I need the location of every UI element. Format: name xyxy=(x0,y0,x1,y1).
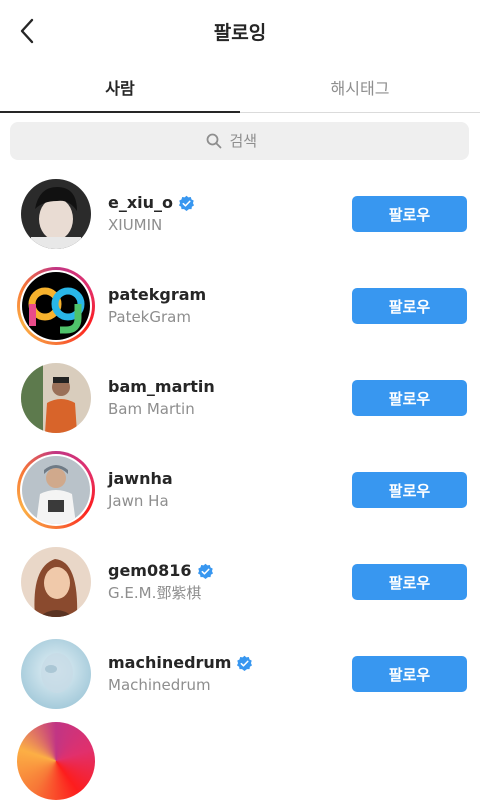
list-item[interactable]: e_xiu_o XIUMIN 팔로우 xyxy=(0,168,480,260)
avatar[interactable] xyxy=(17,722,95,800)
verified-badge-icon xyxy=(179,195,195,211)
follow-button[interactable]: 팔로우 xyxy=(352,656,467,692)
search-bar[interactable] xyxy=(10,122,469,160)
username[interactable]: jawnha xyxy=(108,468,173,490)
username[interactable]: patekgram xyxy=(108,284,206,306)
avatar[interactable] xyxy=(17,175,95,253)
list-item[interactable]: patekgram PatekGram 팔로우 xyxy=(0,260,480,352)
full-name: Jawn Ha xyxy=(108,492,169,510)
header: 팔로잉 xyxy=(0,0,480,62)
avatar[interactable] xyxy=(17,359,95,437)
follow-button[interactable]: 팔로우 xyxy=(352,288,467,324)
list-item[interactable]: machinedrum Machinedrum 팔로우 xyxy=(0,628,480,720)
back-button[interactable] xyxy=(14,14,40,48)
avatar[interactable] xyxy=(17,451,95,529)
tab-people[interactable]: 사람 xyxy=(0,62,240,113)
username[interactable]: gem0816 xyxy=(108,560,192,582)
username[interactable]: bam_martin xyxy=(108,376,215,398)
follow-button[interactable]: 팔로우 xyxy=(352,196,467,232)
full-name: Bam Martin xyxy=(108,400,195,418)
username[interactable]: machinedrum xyxy=(108,652,231,674)
search-icon xyxy=(206,133,221,149)
chevron-left-icon xyxy=(20,18,34,44)
full-name: XIUMIN xyxy=(108,216,163,234)
tab-bar: 사람 해시태그 xyxy=(0,62,480,113)
avatar[interactable] xyxy=(17,543,95,621)
full-name: G.E.M.鄧紫棋 xyxy=(108,584,202,602)
list-item[interactable]: jawnha Jawn Ha 팔로우 xyxy=(0,444,480,536)
full-name: PatekGram xyxy=(108,308,191,326)
search-input[interactable] xyxy=(227,131,274,151)
full-name: Machinedrum xyxy=(108,676,211,694)
follow-button[interactable]: 팔로우 xyxy=(352,472,467,508)
avatar[interactable] xyxy=(17,267,95,345)
page-title: 팔로잉 xyxy=(213,21,267,44)
following-list: e_xiu_o XIUMIN 팔로우 patekgram PatekGram 팔… xyxy=(0,168,480,720)
avatar[interactable] xyxy=(17,635,95,713)
follow-button[interactable]: 팔로우 xyxy=(352,564,467,600)
list-item[interactable]: bam_martin Bam Martin 팔로우 xyxy=(0,352,480,444)
list-item[interactable]: gem0816 G.E.M.鄧紫棋 팔로우 xyxy=(0,536,480,628)
username[interactable]: e_xiu_o xyxy=(108,192,173,214)
verified-badge-icon xyxy=(197,563,213,579)
tab-hashtags[interactable]: 해시태그 xyxy=(240,62,480,112)
follow-button[interactable]: 팔로우 xyxy=(352,380,467,416)
verified-badge-icon xyxy=(237,655,253,671)
